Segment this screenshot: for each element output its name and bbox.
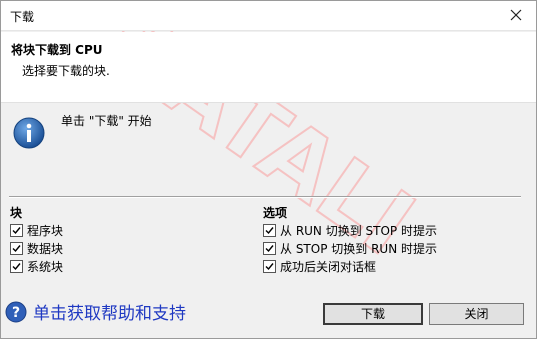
help-link-label[interactable]: 单击获取帮助和支持 — [33, 299, 186, 324]
checkbox-data-blocks[interactable]: 数据块 — [10, 240, 63, 256]
close-window-button[interactable] — [506, 5, 526, 25]
checkbox-close-on-success[interactable]: 成功后关闭对话框 — [263, 258, 376, 274]
blocks-group-title: 块 — [10, 206, 23, 220]
help-support-link[interactable]: ? 单击获取帮助和支持 — [5, 299, 186, 324]
close-icon — [510, 9, 522, 21]
checkbox-box[interactable] — [263, 241, 276, 255]
help-icon: ? — [5, 301, 27, 322]
checkbox-prompt-stop-to-run[interactable]: 从 STOP 切换到 RUN 时提示 — [263, 240, 437, 256]
checkbox-label: 程序块 — [27, 223, 64, 238]
checkbox-box[interactable] — [10, 259, 23, 273]
checkbox-label: 系统块 — [27, 259, 64, 274]
checkbox-label: 数据块 — [27, 241, 64, 256]
checkbox-label: 从 STOP 切换到 RUN 时提示 — [280, 241, 437, 256]
info-message-row: 单击 "下载" 开始 — [1, 104, 536, 164]
options-group-title: 选项 — [263, 206, 288, 220]
checkmark-icon — [12, 262, 21, 270]
checkbox-program-blocks[interactable]: 程序块 — [10, 222, 63, 238]
info-icon — [13, 117, 45, 149]
section-divider — [9, 196, 521, 198]
title-bar: 下载 — [1, 1, 536, 31]
checkmark-icon — [265, 262, 274, 270]
download-dialog: DATALI 下载 将块下载到 CPU 选择要下载的块. 单击 "下载" 开始 … — [0, 0, 537, 339]
window-title: 下载 — [10, 10, 35, 24]
checkmark-icon — [12, 244, 21, 252]
checkbox-system-blocks[interactable]: 系统块 — [10, 258, 63, 274]
checkbox-label: 成功后关闭对话框 — [280, 259, 377, 274]
checkbox-box[interactable] — [10, 241, 23, 255]
svg-text:?: ? — [12, 305, 20, 321]
header-subheading: 选择要下载的块. — [22, 64, 110, 78]
download-button[interactable]: 下载 — [323, 303, 423, 325]
checkbox-label: 从 RUN 切换到 STOP 时提示 — [280, 223, 437, 238]
checkbox-box[interactable] — [263, 223, 276, 237]
checkbox-prompt-run-to-stop[interactable]: 从 RUN 切换到 STOP 时提示 — [263, 222, 437, 238]
info-message: 单击 "下载" 开始 — [61, 114, 152, 128]
dialog-header: 将块下载到 CPU 选择要下载的块. — [1, 32, 536, 103]
header-heading: 将块下载到 CPU — [11, 43, 103, 57]
checkmark-icon — [265, 244, 274, 252]
checkbox-box[interactable] — [263, 259, 276, 273]
checkmark-icon — [265, 226, 274, 234]
close-button[interactable]: 关闭 — [429, 303, 524, 325]
checkmark-icon — [12, 226, 21, 234]
checkbox-box[interactable] — [10, 223, 23, 237]
